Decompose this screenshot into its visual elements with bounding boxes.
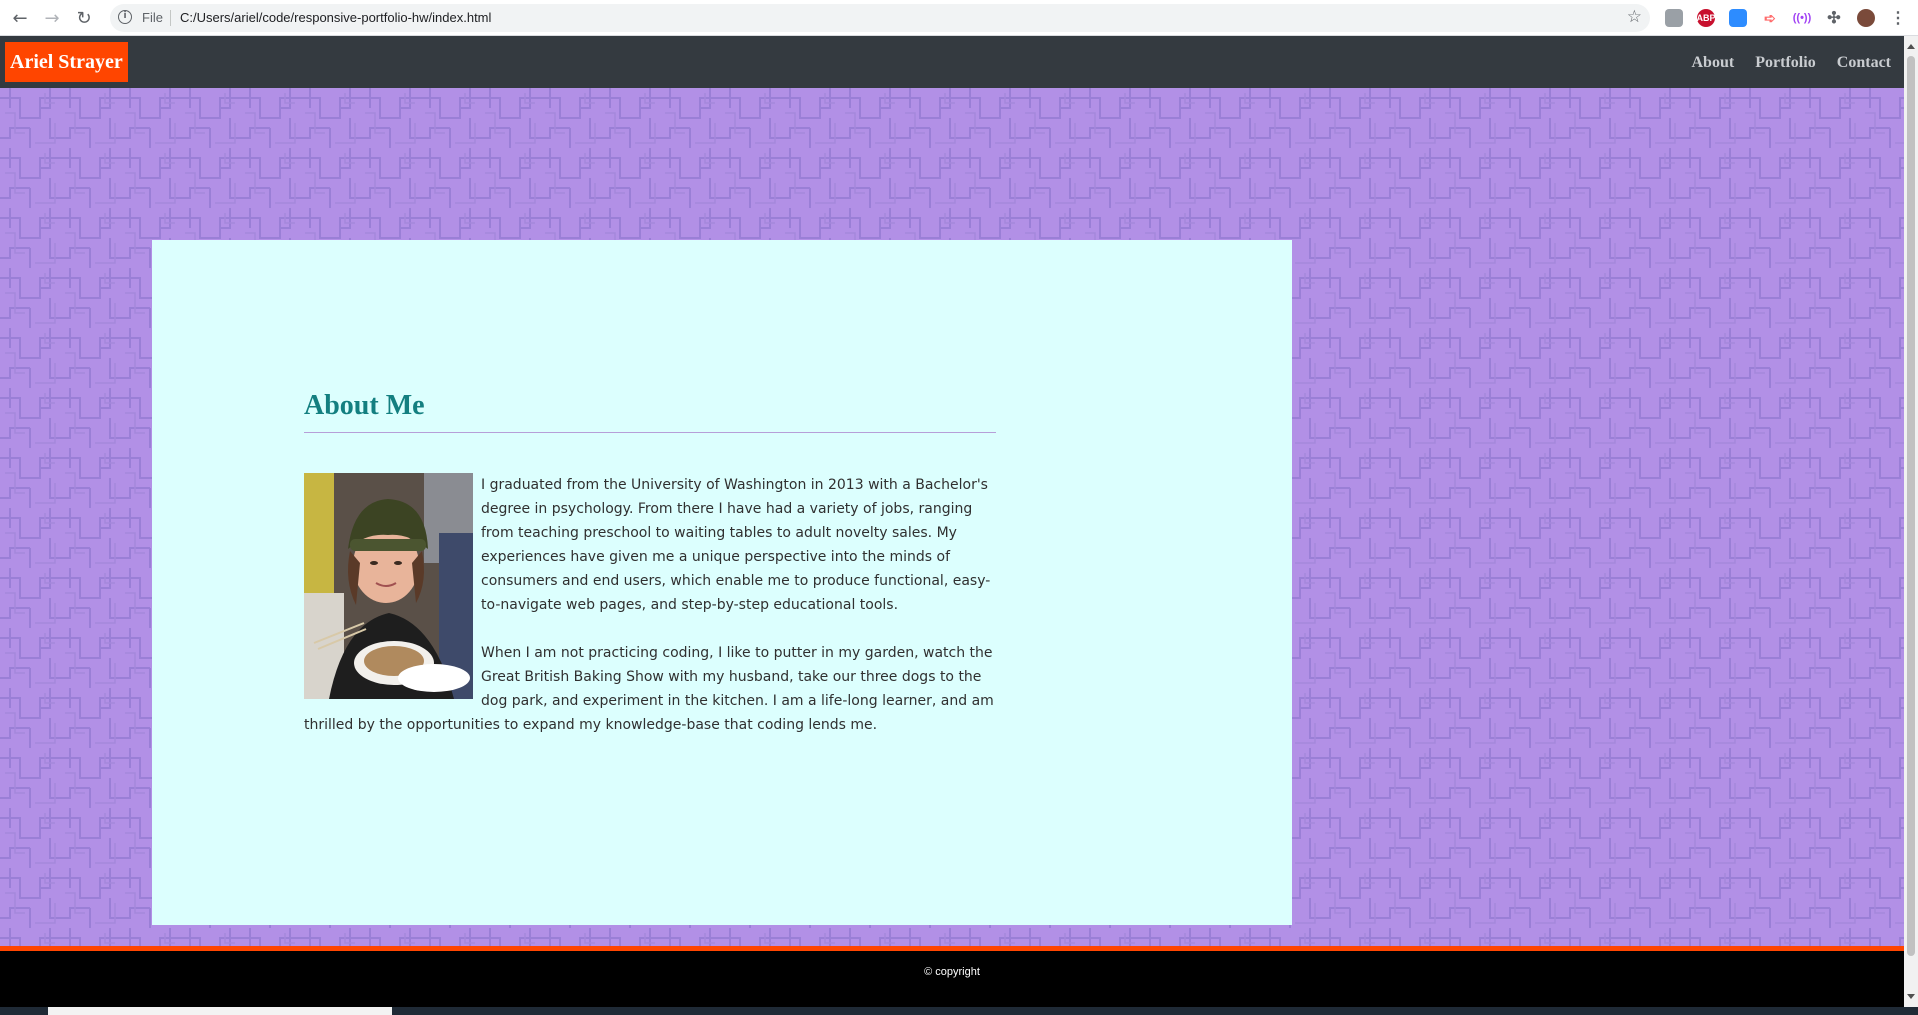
adblock-plus-icon[interactable]: ABP — [1696, 9, 1716, 27]
adblock-label: ABP — [1696, 13, 1716, 23]
nav-link-portfolio[interactable]: Portfolio — [1755, 54, 1815, 71]
scrollbar-thumb[interactable] — [1907, 56, 1915, 956]
main-background: About Me I graduated from the University… — [0, 88, 1904, 946]
zoom-extension-icon[interactable] — [1729, 9, 1747, 27]
heading-divider — [304, 432, 996, 433]
about-section: About Me I graduated from the University… — [304, 390, 996, 761]
site-footer: © copyright — [0, 951, 1904, 1007]
os-taskbar — [0, 1007, 1918, 1015]
about-card: About Me I graduated from the University… — [152, 240, 1292, 925]
broadcast-extension-icon[interactable]: ((•)) — [1793, 9, 1812, 27]
scroll-down-arrow-icon[interactable] — [1907, 994, 1915, 999]
profile-photo — [304, 473, 473, 699]
bookmark-star-icon[interactable]: ☆ — [1627, 7, 1642, 27]
main-nav: About Portfolio Contact — [1675, 52, 1891, 72]
taskbar-search-box[interactable] — [48, 1007, 392, 1015]
info-icon[interactable]: i — [118, 10, 132, 24]
address-bar[interactable]: i File C:/Users/ariel/code/responsive-po… — [110, 4, 1650, 32]
about-text: I graduated from the University of Washi… — [304, 473, 996, 737]
about-heading: About Me — [304, 390, 425, 421]
site-header: Ariel Strayer About Portfolio Contact — [0, 36, 1904, 88]
browser-toolbar: ← → ↻ i File C:/Users/ariel/code/respons… — [0, 0, 1918, 36]
pdf-extension-icon[interactable] — [1665, 9, 1683, 27]
url-text[interactable]: C:/Users/ariel/code/responsive-portfolio… — [180, 10, 491, 25]
copyright-text: © copyright — [924, 966, 980, 978]
kebab-menu-icon[interactable]: ⋮ — [1889, 9, 1907, 27]
file-scheme-label: File — [142, 10, 163, 25]
forward-arrow-icon[interactable]: → — [40, 6, 64, 30]
omnibox-divider — [170, 10, 171, 26]
brand-logo-link[interactable]: Ariel Strayer — [5, 42, 128, 82]
reload-icon[interactable]: ↻ — [72, 6, 96, 30]
profile-avatar-icon[interactable] — [1857, 9, 1875, 27]
nav-link-contact[interactable]: Contact — [1837, 54, 1891, 71]
back-arrow-icon[interactable]: ← — [8, 6, 32, 30]
page-scrollbar[interactable] — [1904, 36, 1918, 1007]
nav-link-about[interactable]: About — [1691, 54, 1734, 71]
puzzle-extensions-icon[interactable]: ✣ — [1825, 9, 1843, 27]
scroll-up-arrow-icon[interactable] — [1907, 44, 1915, 49]
share-extension-icon[interactable]: ➪ — [1761, 9, 1779, 27]
